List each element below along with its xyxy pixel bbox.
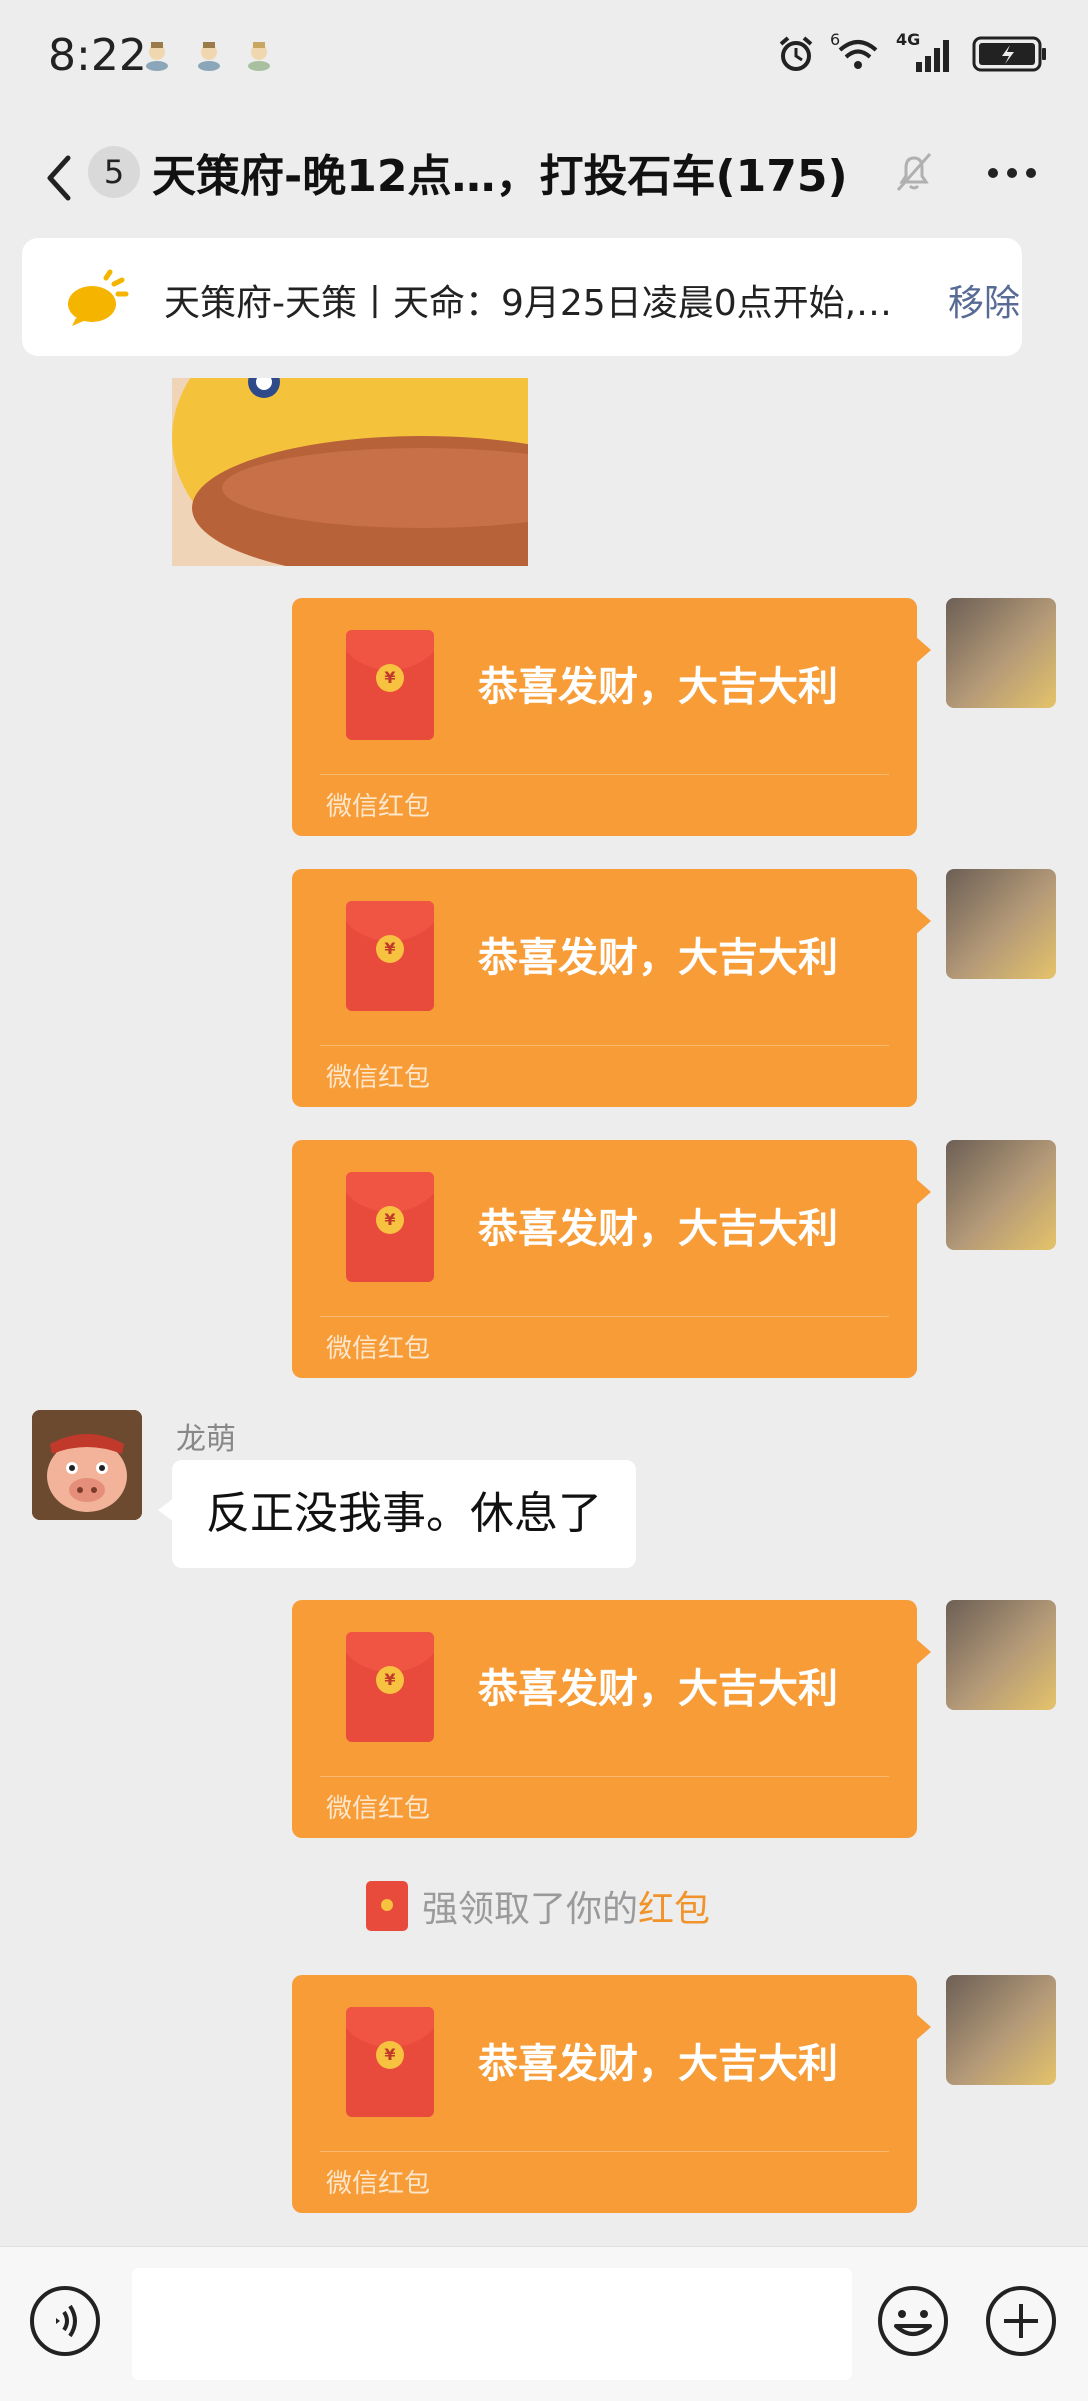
duck-sticker-image xyxy=(172,378,528,566)
red-packet-message[interactable]: ¥ 恭喜发财，大吉大利 微信红包 xyxy=(292,869,917,1107)
system-message: 强领取了你的 红包 xyxy=(366,1880,710,1932)
notification-emoji-icon xyxy=(146,42,168,71)
text-message-bubble[interactable]: 反正没我事。休息了 xyxy=(172,1460,636,1568)
sender-avatar[interactable] xyxy=(32,1410,142,1520)
notification-emoji-icon xyxy=(248,42,270,71)
red-packet-message[interactable]: ¥ 恭喜发财，大吉大利 微信红包 xyxy=(292,598,917,836)
my-avatar[interactable] xyxy=(946,1975,1056,2085)
message-input[interactable] xyxy=(132,2268,852,2380)
bubble-tail xyxy=(915,1638,931,1666)
red-packet-title: 恭喜发财，大吉大利 xyxy=(478,935,838,981)
divider xyxy=(320,774,889,775)
red-packet-label: 微信红包 xyxy=(326,1063,431,1093)
divider xyxy=(320,1045,889,1046)
system-message-text: 强领取了你的 xyxy=(422,1889,639,1930)
red-envelope-icon: ¥ xyxy=(346,1172,434,1282)
bubble-tail xyxy=(915,2013,931,2041)
battery-icon xyxy=(972,36,1046,72)
unread-count-badge[interactable]: 5 xyxy=(88,146,140,198)
more-icon[interactable] xyxy=(986,166,1038,180)
red-packet-link[interactable]: 红包 xyxy=(638,1880,710,1932)
red-packet-label: 微信红包 xyxy=(326,1334,431,1364)
bubble-tail xyxy=(915,907,931,935)
red-packet-label: 微信红包 xyxy=(326,792,431,822)
sender-name: 龙萌 xyxy=(176,1422,236,1457)
status-time: 8:22 xyxy=(48,30,147,81)
red-packet-title: 恭喜发财，大吉大利 xyxy=(478,664,838,710)
red-envelope-icon: ¥ xyxy=(346,630,434,740)
signal-icon: 4G xyxy=(896,30,958,74)
divider xyxy=(320,1316,889,1317)
red-envelope-icon: ¥ xyxy=(346,1632,434,1742)
plus-icon[interactable] xyxy=(984,2284,1058,2358)
sim-slot-label: 6 xyxy=(830,30,841,49)
pig-character-avatar-image xyxy=(32,1410,142,1520)
divider xyxy=(320,2151,889,2152)
status-icons: 6 4G xyxy=(776,30,1048,74)
red-envelope-icon: ¥ xyxy=(346,901,434,1011)
sticker-message[interactable] xyxy=(172,378,528,566)
red-packet-message[interactable]: ¥ 恭喜发财，大吉大利 微信红包 xyxy=(292,1600,917,1838)
my-avatar[interactable] xyxy=(946,1600,1056,1710)
voice-icon[interactable] xyxy=(28,2284,102,2358)
notification-emoji-icon xyxy=(198,42,220,71)
my-avatar[interactable] xyxy=(946,869,1056,979)
divider xyxy=(320,1776,889,1777)
red-packet-title: 恭喜发财，大吉大利 xyxy=(478,1666,838,1712)
network-label: 4G xyxy=(896,30,921,49)
mute-icon xyxy=(896,153,932,191)
red-packet-title: 恭喜发财，大吉大利 xyxy=(478,2041,838,2087)
red-packet-label: 微信红包 xyxy=(326,2169,431,2199)
my-avatar[interactable] xyxy=(946,1140,1056,1250)
red-packet-message[interactable]: ¥ 恭喜发财，大吉大利 微信红包 xyxy=(292,1140,917,1378)
bubble-tail xyxy=(915,1178,931,1206)
red-packet-message[interactable]: ¥ 恭喜发财，大吉大利 微信红包 xyxy=(292,1975,917,2213)
my-avatar[interactable] xyxy=(946,598,1056,708)
back-icon[interactable] xyxy=(40,150,80,206)
chat-title[interactable]: 天策府-晚12点…，打投石车(175) xyxy=(152,140,848,204)
wifi-icon: 6 xyxy=(830,30,882,74)
remove-notice-button[interactable]: 移除 xyxy=(948,274,1020,326)
alarm-icon xyxy=(779,36,813,71)
announcement-icon xyxy=(68,269,129,326)
red-envelope-icon: ¥ xyxy=(346,2007,434,2117)
notice-text: 天策府-天策丨天命：9月25日凌晨0点开始,… xyxy=(164,283,893,324)
red-packet-label: 微信红包 xyxy=(326,1794,431,1824)
bubble-tail xyxy=(915,636,931,664)
red-packet-small-icon xyxy=(366,1881,408,1931)
emoji-icon[interactable] xyxy=(876,2284,950,2358)
red-packet-title: 恭喜发财，大吉大利 xyxy=(478,1206,838,1252)
